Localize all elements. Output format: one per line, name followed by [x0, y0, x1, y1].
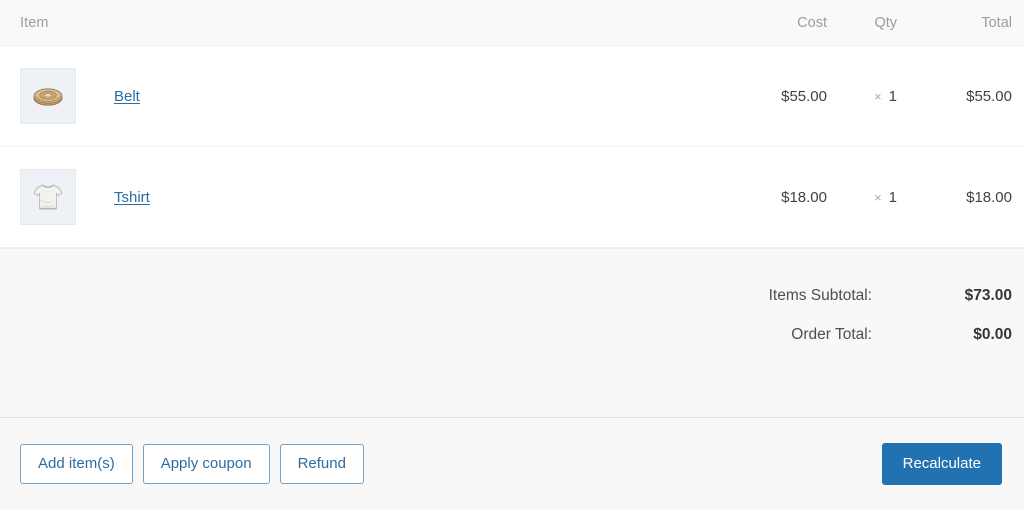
product-link-belt[interactable]: Belt [114, 88, 140, 105]
items-subtotal-line: Items Subtotal: $73.00 [20, 287, 1012, 305]
items-subtotal-label: Items Subtotal: [768, 287, 872, 304]
column-header-cost: Cost [797, 14, 827, 31]
footer-action-group: Add item(s) Apply coupon Refund [20, 444, 364, 484]
belt-thumbnail [20, 68, 76, 124]
item-cost: $55.00 [781, 87, 827, 105]
item-cost: $18.00 [781, 188, 827, 206]
order-items-panel: Item Cost Qty Total Belt $55.00 × 1 $55.… [0, 0, 1024, 510]
item-quantity-value: 1 [888, 188, 897, 206]
order-total-line: Order Total: $0.00 [20, 326, 1012, 344]
apply-coupon-button[interactable]: Apply coupon [142, 444, 270, 484]
item-name-cell: Belt [76, 88, 719, 105]
recalculate-button[interactable]: Recalculate [881, 443, 1002, 485]
column-header-qty: Qty [874, 14, 897, 31]
item-line-total: $18.00 [966, 188, 1012, 206]
items-table-body: Belt $55.00 × 1 $55.00 Tshirt $18.00 × 1… [0, 46, 1024, 248]
items-table-header: Item Cost Qty Total [0, 0, 1024, 46]
refund-button[interactable]: Refund [279, 444, 364, 484]
column-header-total: Total [981, 14, 1012, 31]
item-quantity: × 1 [827, 189, 897, 206]
product-link-tshirt[interactable]: Tshirt [114, 189, 150, 206]
table-row: Belt $55.00 × 1 $55.00 [0, 46, 1024, 147]
order-items-footer: Add item(s) Apply coupon Refund Recalcul… [0, 418, 1024, 510]
multiply-icon: × [874, 189, 882, 205]
order-total-label: Order Total: [791, 326, 872, 343]
multiply-icon: × [874, 88, 882, 104]
item-quantity: × 1 [827, 88, 897, 105]
item-name-cell: Tshirt [76, 189, 719, 206]
item-quantity-value: 1 [888, 87, 897, 105]
order-total-value: $0.00 [973, 326, 1012, 343]
tshirt-thumbnail [20, 169, 76, 225]
items-subtotal-value: $73.00 [964, 287, 1012, 304]
table-row: Tshirt $18.00 × 1 $18.00 [0, 147, 1024, 248]
order-totals-section: Items Subtotal: $73.00 Order Total: $0.0… [0, 248, 1024, 418]
add-items-button[interactable]: Add item(s) [20, 444, 133, 484]
item-line-total: $55.00 [966, 87, 1012, 105]
column-header-item: Item [20, 14, 49, 31]
